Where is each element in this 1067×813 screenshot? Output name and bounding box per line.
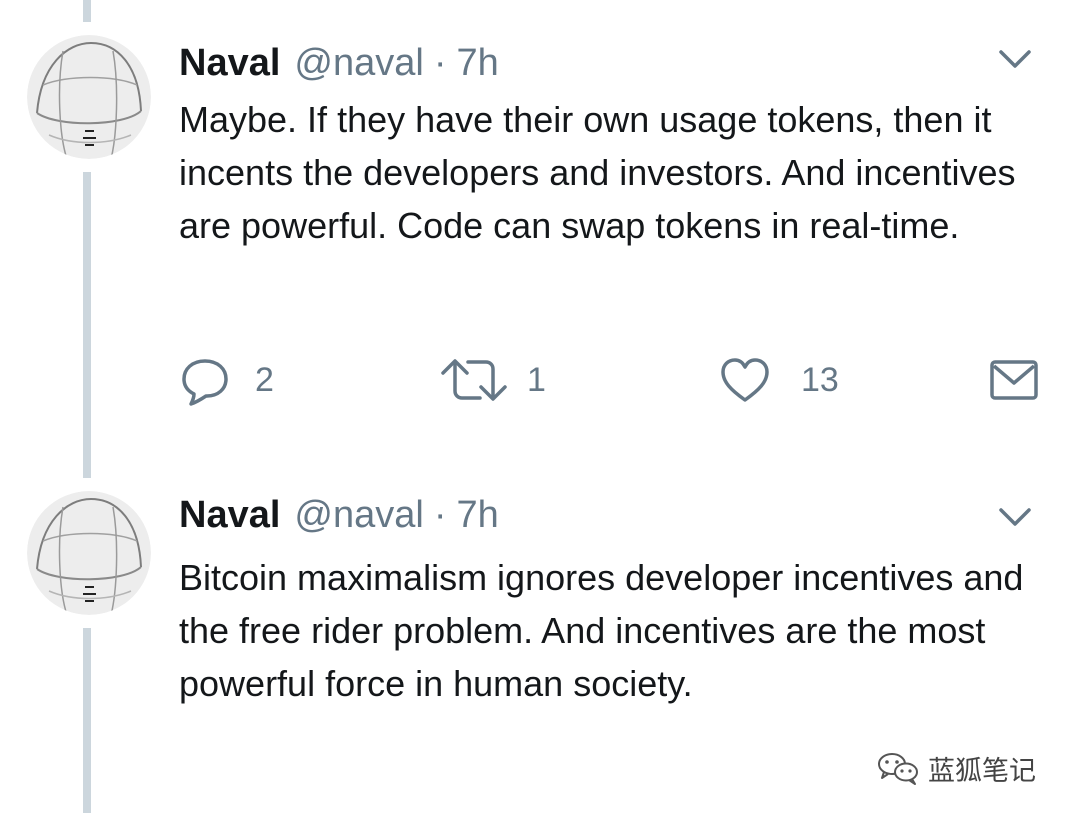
author-name[interactable]: Naval bbox=[179, 38, 280, 88]
like-count: 13 bbox=[801, 360, 839, 399]
separator-dot: · bbox=[433, 494, 447, 536]
reply-count: 2 bbox=[255, 360, 274, 399]
thread-line-bottom bbox=[83, 628, 91, 813]
chevron-down-icon bbox=[999, 508, 1031, 526]
heart-icon bbox=[721, 358, 769, 402]
chevron-down-icon bbox=[999, 50, 1031, 68]
separator-dot: · bbox=[433, 42, 447, 84]
tweet-actions: 2 1 13 bbox=[179, 352, 1049, 408]
thread-line-middle bbox=[83, 172, 91, 478]
timestamp[interactable]: 7h bbox=[456, 38, 498, 88]
wechat-icon bbox=[878, 753, 918, 785]
avatar-sketch-icon bbox=[27, 491, 151, 615]
author-name[interactable]: Naval bbox=[179, 490, 280, 540]
retweet-icon bbox=[441, 359, 507, 401]
tweet-header: Naval @naval · 7h bbox=[179, 490, 499, 540]
tweet-menu-button[interactable] bbox=[995, 502, 1035, 532]
avatar[interactable] bbox=[27, 491, 151, 615]
watermark: 蓝狐笔记 bbox=[876, 750, 1036, 787]
author-handle[interactable]: @naval bbox=[294, 38, 423, 88]
tweet-header: Naval @naval · 7h bbox=[179, 38, 499, 88]
tweet-text: Bitcoin maximalism ignores developer inc… bbox=[179, 557, 1024, 704]
reply-button[interactable]: 2 bbox=[179, 352, 274, 408]
timestamp[interactable]: 7h bbox=[456, 490, 498, 540]
retweet-count: 1 bbox=[527, 360, 546, 399]
watermark-label: 蓝狐笔记 bbox=[928, 755, 1036, 787]
direct-message-button[interactable] bbox=[989, 352, 1039, 408]
tweet-text: Maybe. If they have their own usage toke… bbox=[179, 99, 1016, 246]
thread-line-top bbox=[83, 0, 91, 22]
tweet-menu-button[interactable] bbox=[995, 44, 1035, 74]
avatar-sketch-icon bbox=[27, 35, 151, 159]
avatar[interactable] bbox=[27, 35, 151, 159]
author-handle[interactable]: @naval bbox=[294, 490, 423, 540]
like-button[interactable]: 13 bbox=[719, 352, 839, 408]
reply-icon bbox=[182, 359, 228, 406]
retweet-button[interactable]: 1 bbox=[441, 352, 546, 408]
envelope-icon bbox=[990, 360, 1038, 400]
